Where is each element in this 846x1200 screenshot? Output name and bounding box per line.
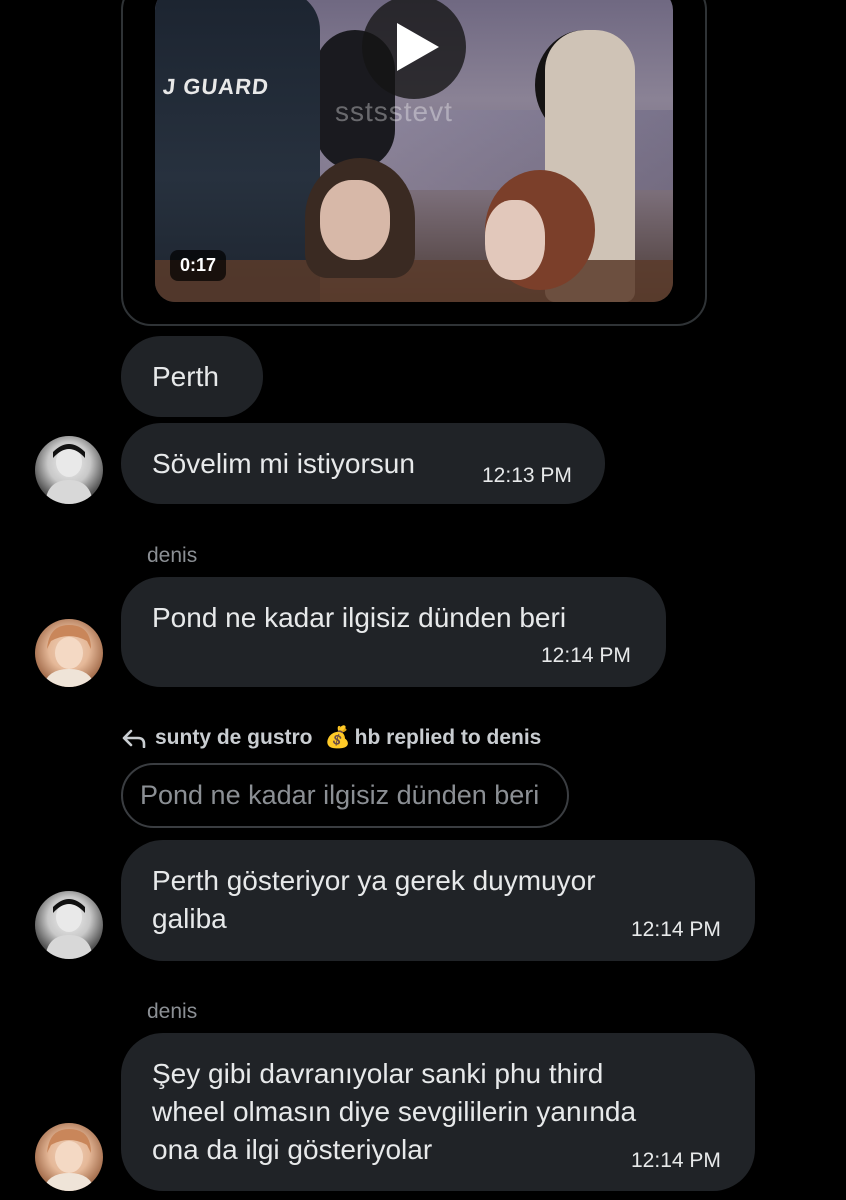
avatar[interactable] [35, 1123, 103, 1191]
message-text-line: Şey gibi davranıyolar sanki phu third [152, 1058, 604, 1089]
avatar[interactable] [35, 436, 103, 504]
money-bag-emoji: 💰 [324, 726, 351, 749]
quoted-message[interactable]: Pond ne kadar ilgisiz dünden beri [121, 763, 569, 828]
play-button[interactable] [362, 0, 466, 99]
thumbnail-jacket-text: J GUARD [161, 74, 271, 99]
message-text: Perth [152, 361, 219, 392]
message-bubble[interactable]: Pond ne kadar ilgisiz dünden beri 12:14 … [121, 577, 666, 687]
thumbnail-foreground [155, 260, 673, 302]
video-duration-badge: 0:17 [170, 250, 227, 281]
avatar-image [45, 899, 93, 959]
avatar-image [43, 1129, 95, 1191]
message-timestamp: 12:14 PM [541, 644, 631, 667]
video-watermark: sstsstevt [335, 96, 453, 127]
reply-context: sunty de gustro 💰 hb replied to denis [121, 726, 541, 750]
message-text-line: wheel olmasın diye sevgililerin yanında [152, 1096, 637, 1127]
reply-arrow-icon [122, 729, 146, 748]
message-text: Sövelim mi istiyorsun [152, 448, 415, 479]
message-timestamp: 12:14 PM [631, 1149, 721, 1172]
message-timestamp: 12:14 PM [631, 918, 721, 941]
thumbnail-face [485, 200, 545, 280]
avatar[interactable] [35, 619, 103, 687]
sender-name: denis [147, 544, 198, 567]
reply-sender: sunty de gustro [155, 726, 313, 749]
message-timestamp: 12:13 PM [482, 464, 572, 487]
message-bubble[interactable]: Sövelim mi istiyorsun 12:13 PM [121, 423, 605, 504]
message-bubble[interactable]: Perth gösteriyor ya gerek duymuyor galib… [121, 840, 755, 961]
message-bubble[interactable]: Perth [121, 336, 263, 417]
play-icon [397, 23, 439, 71]
avatar[interactable] [35, 891, 103, 959]
sender-name: denis [147, 1000, 198, 1023]
reply-suffix: hb replied to denis [354, 726, 542, 749]
avatar-image [43, 625, 95, 687]
message-text: Pond ne kadar ilgisiz dünden beri [152, 602, 567, 633]
thumbnail-face [320, 180, 390, 260]
quoted-message-text: Pond ne kadar ilgisiz dünden beri [140, 780, 540, 810]
message-bubble[interactable]: Şey gibi davranıyolar sanki phu third wh… [121, 1033, 755, 1191]
message-text-line: Perth gösteriyor ya gerek duymuyor [152, 865, 596, 896]
avatar-image [45, 444, 93, 504]
